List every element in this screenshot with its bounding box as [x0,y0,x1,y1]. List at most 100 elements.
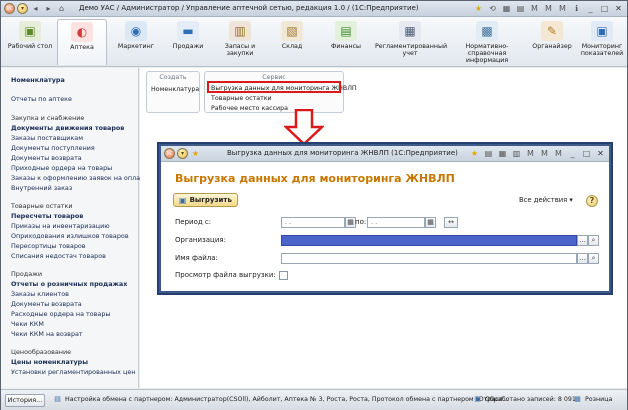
dialog-minimize-icon[interactable]: _ [567,148,578,159]
nav-item[interactable]: Оприходования излишков товаров [11,232,129,240]
status-message[interactable]: Настройка обмена с партнером: Администра… [65,396,509,403]
create-nomenclature-link[interactable]: Номенклатура [151,86,199,93]
menu-dropdown-icon[interactable]: ▾ [17,3,28,14]
nav-item[interactable]: Заказы к оформлению заявок на оплату [11,174,148,182]
section-marketing[interactable]: ◉ Маркетинг [111,19,161,65]
dialog-logo-icon[interactable]: 1С [164,148,175,159]
section-finance[interactable]: ▤ Финансы [321,19,371,65]
view-file-checkbox[interactable] [279,271,288,280]
section-regulated[interactable]: ▦ Регламентированный учет [375,19,448,65]
period-to-calendar-icon[interactable]: ▦ [425,217,436,228]
maximize-icon[interactable]: □ [599,3,610,14]
section-desktop[interactable]: ▣ Рабочий стол [5,19,55,65]
filename-input[interactable] [281,253,577,264]
section-monitor[interactable]: ▣ Мониторинг показателей [577,19,627,65]
nav-nomenclature[interactable]: Номенклатура [11,76,65,84]
dialog-calculator-icon[interactable]: ▦ [497,148,508,159]
nav-recounts[interactable]: Пересчеты товаров [11,212,83,220]
nav-movement-docs[interactable]: Документы движения товаров [11,124,124,132]
all-actions-menu[interactable]: Все действия ▾ [519,196,573,204]
calendar-icon[interactable]: ▤ [515,3,526,14]
nav-prices[interactable]: Цены номенклатуры [11,358,88,366]
close-icon[interactable]: ✕ [613,3,624,14]
regulated-icon: ▦ [399,21,421,41]
nav-section-stock: Товарные остатки [11,202,73,210]
section-label: Мониторинг показателей [580,43,624,57]
nav-item[interactable]: Приказы на инвентаризацию [11,222,110,230]
section-reference[interactable]: ▩ Нормативно-справочная информация [447,19,527,65]
history-icon[interactable]: ⟲ [487,3,498,14]
dialog-memory-m-icon[interactable]: M [525,148,536,159]
navigation-panel: Номенклатура Отчеты по аптеке Закупка и … [1,68,148,388]
nav-item[interactable]: Приходные ордера на товары [11,164,112,172]
history-button[interactable]: История... [5,394,45,407]
organization-search-icon[interactable]: ⌕ [588,235,599,246]
nav-item[interactable]: Расходные ордера на товары [11,310,110,318]
message-icon: ▤ [54,395,61,403]
dialog-calendar-icon[interactable]: ▥ [511,148,522,159]
nav-item[interactable]: Установки регламентированных цен [11,368,135,376]
forward-icon[interactable]: ▸ [43,3,54,14]
section-stock[interactable]: ▥ Запасы и закупки [215,19,265,65]
memory-m-icon[interactable]: M [529,3,540,14]
nav-item[interactable]: Заказы клиентов [11,290,69,298]
calculator-icon[interactable]: ▦ [501,3,512,14]
section-organizer[interactable]: ✎ Органайзер [529,19,575,65]
section-label: Маркетинг [117,43,155,50]
filename-label: Имя файла: [175,254,218,262]
dialog-print-icon[interactable]: ▤ [483,148,494,159]
organization-select-icon[interactable]: … [577,235,588,246]
window-title: Демо УАС / Администратор / Управление ап… [79,4,419,12]
dialog-heading: Выгрузка данных для мониторинга ЖНВЛП [175,172,455,185]
nav-item[interactable]: Пересортицы товаров [11,242,86,250]
info-icon[interactable]: ℹ [571,3,582,14]
organization-input[interactable] [281,235,577,246]
money-icon: ▤ [335,21,357,41]
back-icon[interactable]: ◂ [30,3,41,14]
create-group: Создать Номенклатура [146,71,200,113]
nav-item[interactable]: Документы возврата [11,154,82,162]
section-sales[interactable]: ▬ Продажи [163,19,213,65]
nav-retail-reports[interactable]: Отчеты о розничных продажах [11,280,127,288]
dialog-memory-mminus-icon[interactable]: M [553,148,564,159]
nav-item[interactable]: Чеки ККМ [11,320,44,328]
section-label: Регламентированный учет [375,43,448,57]
nav-item[interactable]: Чеки ККМ на возврат [11,330,83,338]
service-cashier-link[interactable]: Рабочее место кассира [211,105,288,112]
period-to-input[interactable]: . . [367,217,425,228]
favorite-star-icon[interactable]: ★ [473,3,484,14]
service-stock-link[interactable]: Товарные остатки [211,95,272,102]
dialog-close-icon[interactable]: ✕ [595,148,606,159]
nav-item[interactable]: Документы возврата [11,300,82,308]
nav-item[interactable]: Внутренний заказ [11,184,72,192]
pill-icon: ◐ [71,22,93,42]
help-icon[interactable]: ? [586,195,598,207]
filename-select-icon[interactable]: … [577,253,588,264]
nav-item[interactable]: Списания недостач товаров [11,252,106,260]
dialog-star-icon[interactable]: ★ [469,148,480,159]
section-warehouse[interactable]: ▧ Склад [267,19,317,65]
marketing-icon: ◉ [125,21,147,41]
dialog-maximize-icon[interactable]: □ [581,148,592,159]
dialog-menu-icon[interactable]: ▾ [177,148,188,159]
dialog-memory-mplus-icon[interactable]: M [539,148,550,159]
dialog-favorite-icon[interactable]: ★ [190,148,201,159]
main-window: 1С ▾ ◂ ▸ ⌂ Демо УАС / Администратор / Уп… [0,0,628,410]
filename-search-icon[interactable]: ⌕ [588,253,599,264]
section-pharmacy[interactable]: ◐ Аптека [57,19,107,65]
nav-item[interactable]: Документы поступления [11,144,95,152]
period-from-input[interactable]: . . [281,217,345,228]
export-button[interactable]: ▣ Выгрузить [173,193,238,207]
memory-mminus-icon[interactable]: M [557,3,568,14]
nav-reports[interactable]: Отчеты по аптеке [11,95,72,103]
memory-mplus-icon[interactable]: M [543,3,554,14]
home-icon[interactable]: ⌂ [56,3,67,14]
nav-item[interactable]: Заказы поставщикам [11,134,83,142]
period-select-button[interactable]: ↔ [444,217,458,228]
section-label: Продажи [172,43,204,50]
app-logo-icon[interactable]: 1С [4,3,15,14]
highlight-frame [207,81,341,93]
minimize-icon[interactable]: _ [585,3,596,14]
period-to-label: по: [355,218,367,226]
section-label: Запасы и закупки [224,43,256,57]
